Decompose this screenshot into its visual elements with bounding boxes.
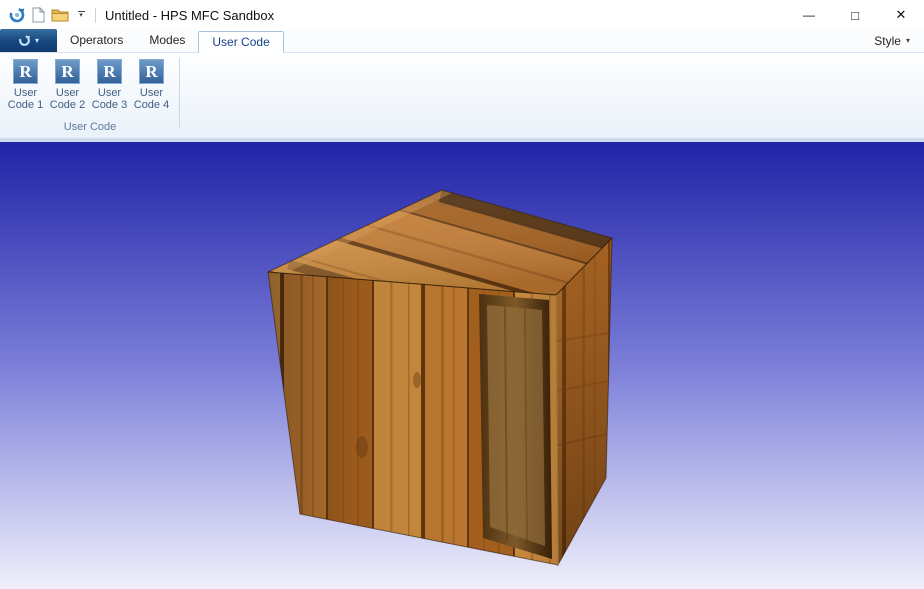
app-window: ▾ Untitled - HPS MFC Sandbox — □ ✕ ▾ Ope… <box>0 0 924 589</box>
viewport[interactable] <box>0 142 924 589</box>
close-button[interactable]: ✕ <box>878 0 924 30</box>
app-logo-small-icon <box>18 34 31 47</box>
title-bar: ▾ Untitled - HPS MFC Sandbox — □ ✕ <box>0 0 924 30</box>
titlebar-divider <box>95 8 96 23</box>
user-code-4-button[interactable]: R User Code 4 <box>131 56 172 120</box>
style-button-label: Style <box>874 34 901 48</box>
button-label-line2: Code 2 <box>50 99 85 111</box>
tab-operators[interactable]: Operators <box>57 30 136 52</box>
button-label-line1: User <box>98 87 121 99</box>
r-icon: R <box>97 59 122 84</box>
maximize-button[interactable]: □ <box>832 0 878 30</box>
ribbon-body: R User Code 1 R User Code 2 R User Code … <box>0 53 924 137</box>
tab-user-code[interactable]: User Code <box>198 31 283 53</box>
button-label-line2: Code 1 <box>8 99 43 111</box>
r-icon: R <box>55 59 80 84</box>
group-label: User Code <box>0 120 180 136</box>
r-icon: R <box>13 59 38 84</box>
group-separator <box>179 58 180 128</box>
window-title: Untitled - HPS MFC Sandbox <box>105 8 274 23</box>
ribbon-tab-row: ▾ Operators Modes User Code Style ▾ <box>0 30 924 53</box>
minimize-button[interactable]: — <box>786 0 832 30</box>
scene-canvas[interactable] <box>0 142 924 589</box>
open-folder-icon[interactable] <box>51 8 69 22</box>
button-label-line1: User <box>56 87 79 99</box>
quick-access-dropdown-icon[interactable]: ▾ <box>75 11 87 19</box>
button-label-line1: User <box>140 87 163 99</box>
button-label-line1: User <box>14 87 37 99</box>
chevron-down-icon: ▾ <box>35 37 39 45</box>
tab-modes[interactable]: Modes <box>136 30 198 52</box>
app-logo-icon <box>8 6 26 24</box>
ribbon-group-buttons: R User Code 1 R User Code 2 R User Code … <box>0 53 180 120</box>
style-button[interactable]: Style ▾ <box>868 30 916 52</box>
user-code-3-button[interactable]: R User Code 3 <box>89 56 130 120</box>
button-label-line2: Code 3 <box>92 99 127 111</box>
chevron-down-icon: ▾ <box>906 37 910 45</box>
button-label-line2: Code 4 <box>134 99 169 111</box>
ribbon-group-user-code: R User Code 1 R User Code 2 R User Code … <box>0 53 180 137</box>
user-code-1-button[interactable]: R User Code 1 <box>5 56 46 120</box>
application-button[interactable]: ▾ <box>0 29 57 52</box>
new-document-icon[interactable] <box>32 7 45 23</box>
r-icon: R <box>139 59 164 84</box>
user-code-2-button[interactable]: R User Code 2 <box>47 56 88 120</box>
